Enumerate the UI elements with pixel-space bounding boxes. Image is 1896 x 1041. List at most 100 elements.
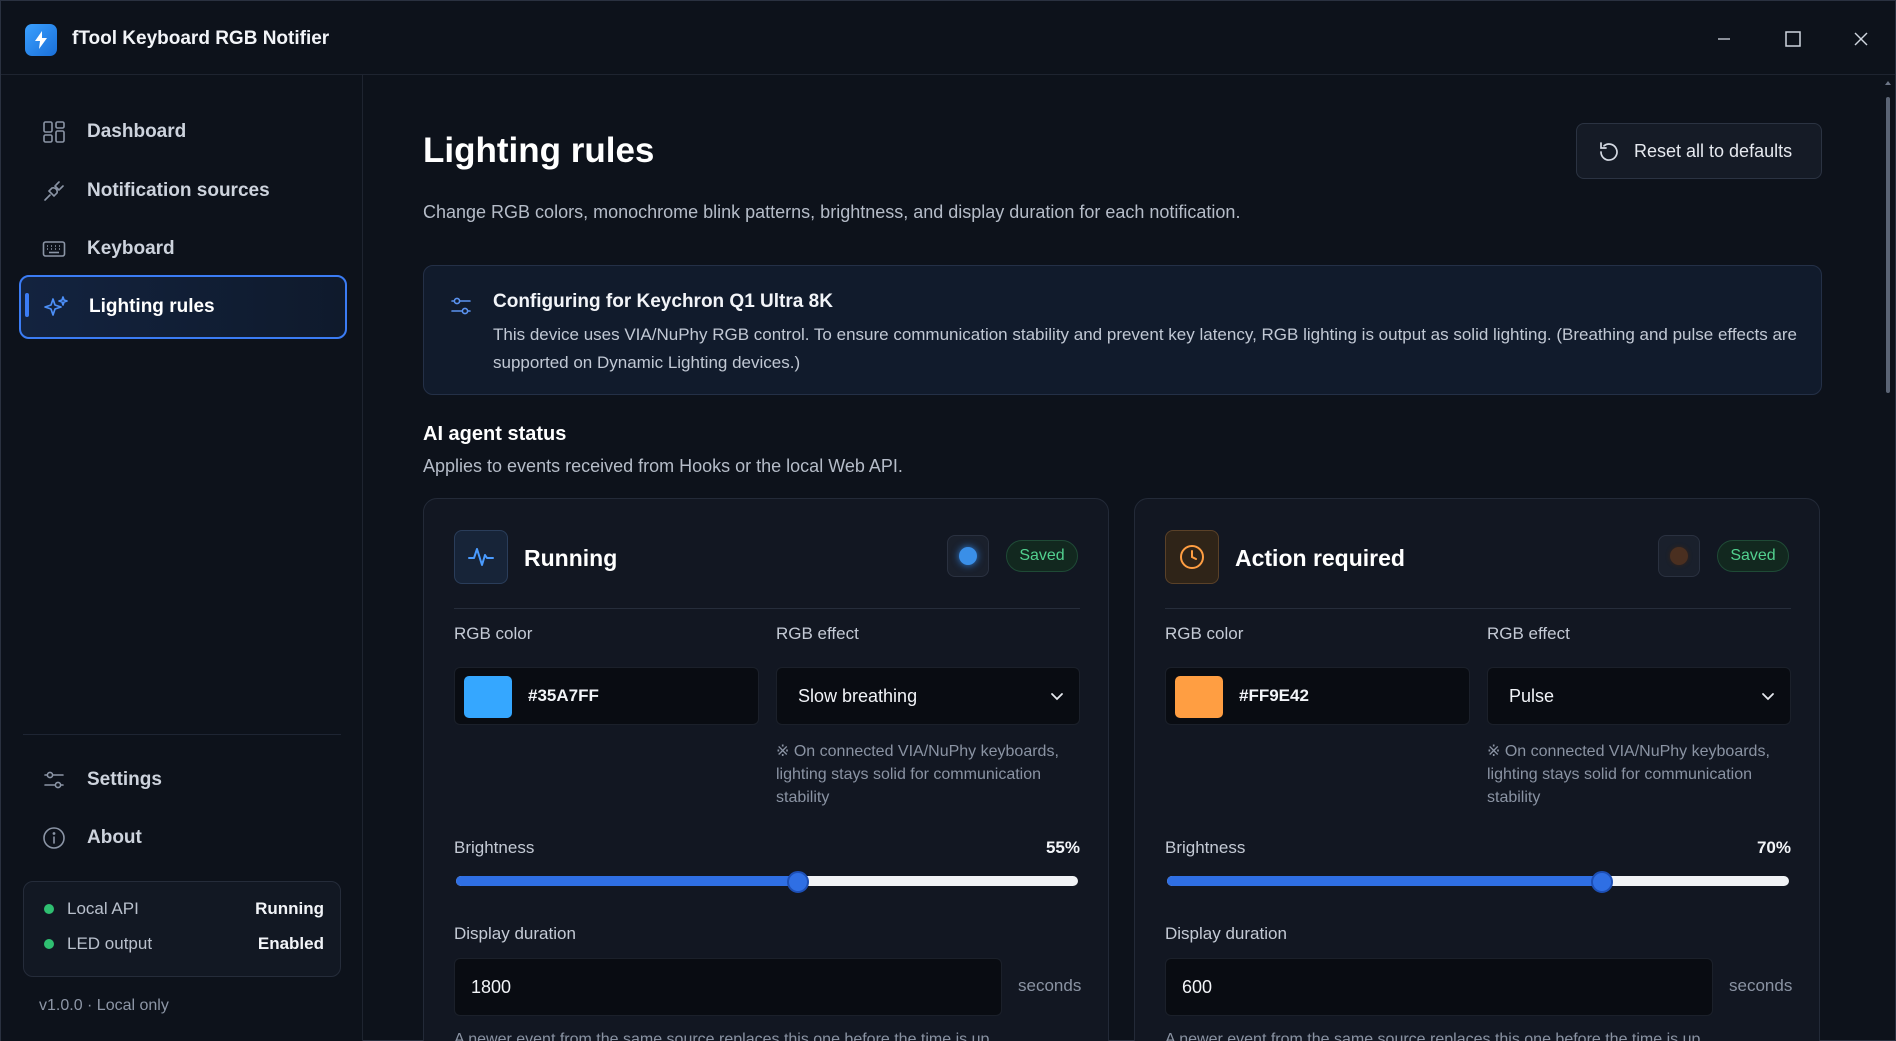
app-title: fTool Keyboard RGB Notifier xyxy=(72,28,330,49)
led-preview xyxy=(947,535,989,577)
sidebar-item-keyboard[interactable]: Keyboard xyxy=(19,220,347,278)
close-button[interactable] xyxy=(1838,19,1884,59)
duration-unit: seconds xyxy=(1018,976,1082,995)
led-indicator-icon xyxy=(959,547,977,565)
sidebar-item-about[interactable]: About xyxy=(19,809,347,867)
info-icon xyxy=(41,825,67,851)
sidebar-item-lighting-rules[interactable]: Lighting rules xyxy=(19,275,347,339)
sidebar-item-label: About xyxy=(87,827,142,848)
color-swatch[interactable] xyxy=(464,676,512,718)
page-title: Lighting rules xyxy=(423,131,655,170)
duration-unit: seconds xyxy=(1729,976,1793,995)
section-subtitle: Applies to events received from Hooks or… xyxy=(423,456,903,476)
status-dot-icon xyxy=(44,904,54,914)
dashboard-icon xyxy=(41,119,67,145)
slider-fill xyxy=(456,876,799,886)
brightness-slider[interactable] xyxy=(1165,870,1791,894)
sidebar-item-dashboard[interactable]: Dashboard xyxy=(19,103,347,161)
rgb-effect-select[interactable]: Pulse xyxy=(1487,667,1791,725)
app-window: fTool Keyboard RGB Notifier Dashboard No… xyxy=(0,0,1896,1041)
version-text: v1.0.0 · Local only xyxy=(39,997,169,1014)
plug-icon xyxy=(41,178,67,204)
scrollbar[interactable] xyxy=(1884,79,1892,1039)
status-label: LED output xyxy=(67,934,153,953)
sliders-icon xyxy=(41,767,67,793)
clock-icon xyxy=(1165,530,1219,584)
brightness-value: 55% xyxy=(1045,838,1080,857)
rgb-effect-value: Pulse xyxy=(1509,686,1555,706)
reset-icon xyxy=(1597,140,1621,164)
reset-all-button[interactable]: Reset all to defaults xyxy=(1576,123,1822,179)
rgb-effect-select[interactable]: Slow breathing xyxy=(776,667,1080,725)
device-info-card: Configuring for Keychron Q1 Ultra 8K Thi… xyxy=(423,265,1822,395)
title-bar: fTool Keyboard RGB Notifier xyxy=(1,1,1895,75)
slider-thumb[interactable] xyxy=(1591,871,1614,893)
led-indicator-icon xyxy=(1670,547,1688,565)
status-dot-icon xyxy=(44,939,54,949)
card-divider xyxy=(1165,608,1791,609)
rgb-color-value: #35A7FF xyxy=(528,686,599,705)
maximize-button[interactable] xyxy=(1770,19,1816,59)
section-title: AI agent status xyxy=(423,423,567,445)
duration-label: Display duration xyxy=(1165,924,1287,943)
card-title: Action required xyxy=(1235,545,1405,571)
rule-card-running: Running Saved RGB color #35A7FF RGB effe… xyxy=(423,498,1109,1041)
rgb-color-value: #FF9E42 xyxy=(1239,686,1309,705)
status-label: Local API xyxy=(67,899,139,918)
sliders-icon xyxy=(449,294,473,318)
device-info-text: This device uses VIA/NuPhy RGB control. … xyxy=(493,325,1798,372)
saved-badge: Saved xyxy=(1006,540,1078,572)
sidebar-item-label: Notification sources xyxy=(87,180,270,201)
sidebar: Dashboard Notification sources Keyboard … xyxy=(1,75,363,1041)
effect-note: ※ On connected VIA/NuPhy keyboards, ligh… xyxy=(1487,743,1770,806)
reset-all-label: Reset all to defaults xyxy=(1634,141,1793,161)
status-panel: Local API Running LED output Enabled xyxy=(23,881,341,977)
slider-thumb[interactable] xyxy=(787,871,810,893)
duration-note: A newer event from the same source repla… xyxy=(1165,1031,1701,1041)
saved-badge: Saved xyxy=(1717,540,1789,572)
keyboard-icon xyxy=(41,236,67,262)
sidebar-item-settings[interactable]: Settings xyxy=(19,751,347,809)
scroll-up-icon[interactable] xyxy=(1884,79,1892,87)
rule-card-action-required: Action required Saved RGB color #FF9E42 … xyxy=(1134,498,1820,1041)
scroll-thumb[interactable] xyxy=(1886,97,1890,393)
led-preview xyxy=(1658,535,1700,577)
activity-icon xyxy=(454,530,508,584)
status-value: Running xyxy=(255,899,324,918)
status-row-local-api: Local API Running xyxy=(24,896,342,926)
color-swatch[interactable] xyxy=(1175,676,1223,718)
duration-label: Display duration xyxy=(454,924,576,943)
sidebar-item-notification-sources[interactable]: Notification sources xyxy=(19,162,347,220)
rgb-color-label: RGB color xyxy=(1165,624,1244,643)
sidebar-item-label: Keyboard xyxy=(87,238,175,259)
device-info-title: Configuring for Keychron Q1 Ultra 8K xyxy=(493,291,833,312)
sidebar-item-label: Dashboard xyxy=(87,121,187,142)
duration-input[interactable] xyxy=(1165,958,1713,1016)
brightness-label: Brightness xyxy=(454,838,535,857)
chevron-down-icon xyxy=(1760,688,1776,704)
brightness-slider[interactable] xyxy=(454,870,1080,894)
brightness-label: Brightness xyxy=(1165,838,1246,857)
brightness-value: 70% xyxy=(1756,838,1791,857)
rgb-color-field[interactable]: #FF9E42 xyxy=(1165,667,1470,725)
duration-input[interactable] xyxy=(454,958,1002,1016)
sidebar-divider xyxy=(23,734,341,735)
lightning-icon xyxy=(25,24,57,56)
rgb-color-field[interactable]: #35A7FF xyxy=(454,667,759,725)
status-value: Enabled xyxy=(257,934,324,953)
rgb-color-label: RGB color xyxy=(454,624,533,643)
sidebar-item-label: Settings xyxy=(87,769,162,790)
rgb-effect-label: RGB effect xyxy=(776,624,859,643)
status-row-led-output: LED output Enabled xyxy=(24,931,342,961)
sidebar-item-label: Lighting rules xyxy=(89,296,215,317)
rgb-effect-label: RGB effect xyxy=(1487,624,1570,643)
sparkles-icon xyxy=(43,295,69,321)
minimize-button[interactable] xyxy=(1701,19,1747,59)
card-divider xyxy=(454,608,1080,609)
chevron-down-icon xyxy=(1049,688,1065,704)
rgb-effect-value: Slow breathing xyxy=(798,686,918,706)
effect-note: ※ On connected VIA/NuPhy keyboards, ligh… xyxy=(776,743,1059,806)
slider-fill xyxy=(1167,876,1603,886)
card-title: Running xyxy=(524,545,618,571)
page-subtitle: Change RGB colors, monochrome blink patt… xyxy=(423,202,1241,222)
